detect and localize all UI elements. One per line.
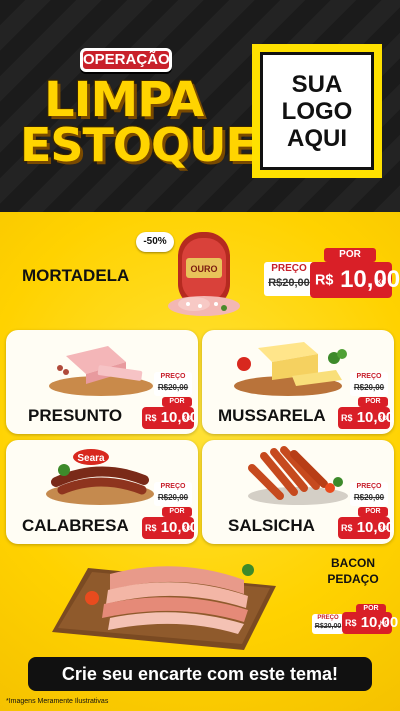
price-label: PREÇO	[356, 483, 382, 490]
seara-brand-label: Seara	[77, 453, 105, 464]
bacon-unit: KG	[380, 621, 389, 627]
currency: R$	[341, 523, 353, 534]
footnote: *Imagens Meramente Ilustrativas	[6, 698, 109, 705]
title-estoque: ESTOQUE	[20, 118, 257, 172]
bacon-product-name: BACON PEDAÇO	[318, 555, 388, 587]
old-price: R$20,00	[353, 383, 385, 392]
price-value: 10,00	[356, 519, 395, 536]
calabresa-image: Seara	[46, 449, 154, 505]
por-label: POR	[162, 507, 192, 517]
currency: R$	[145, 523, 157, 534]
featured-old-price-tag: PREÇO R$20,00	[264, 262, 314, 296]
product-card-calabresa[interactable]: Seara CALABRESA PREÇO R$20,00 POR R$ 10,…	[6, 440, 198, 544]
operacao-badge: OPERAÇÃO	[80, 48, 172, 72]
old-price-tag: PREÇO R$20,00	[350, 372, 388, 396]
mussarela-image	[234, 342, 347, 396]
bacon-name-line-2: PEDAÇO	[327, 572, 379, 586]
featured-unit: KG	[377, 280, 386, 286]
mortadela-brand-label: OURO	[191, 264, 218, 274]
product-name: CALABRESA	[22, 516, 129, 535]
old-price-tag: PREÇO R$20,00	[154, 372, 192, 396]
unit: KG	[182, 416, 191, 422]
product-card-salsicha[interactable]: SALSICHA PREÇO R$20,00 POR R$ 10,00 KG	[202, 440, 394, 544]
unit: KG	[182, 526, 191, 532]
logo-placeholder-inner: SUA LOGO AQUI	[260, 52, 374, 170]
product-name: MUSSARELA	[218, 406, 326, 425]
salsicha-image	[248, 446, 348, 505]
por-label: POR	[358, 397, 388, 407]
logo-line-1: SUA	[291, 70, 343, 98]
bacon-new-price: R$ 10,00 KG	[342, 612, 398, 634]
featured-price-label: PREÇO	[271, 263, 307, 274]
header-banner: OPERAÇÃO LIMPA ESTOQUE SUA LOGO AQUI	[0, 0, 400, 212]
cta-button[interactable]: Crie seu encarte com este tema!	[28, 657, 372, 691]
product-name: PRESUNTO	[28, 406, 123, 425]
mortadela-image: OURO	[168, 232, 240, 316]
featured-price-value: 10,00	[340, 266, 400, 293]
old-price-tag: PREÇO R$20,00	[154, 482, 192, 506]
bacon-old-price-tag: PREÇO R$20,00	[312, 614, 344, 634]
product-card-mussarela[interactable]: MUSSARELA PREÇO R$20,00 POR R$ 10,00 KG	[202, 330, 394, 434]
por-label: POR	[162, 397, 192, 407]
new-price: R$ 10,00 KG	[338, 517, 394, 539]
price-label: PREÇO	[160, 483, 186, 490]
bacon-image	[52, 564, 276, 650]
unit: KG	[378, 416, 387, 422]
logo-line-2: LOGO	[281, 97, 353, 125]
featured-old-price: R$20,00	[268, 277, 310, 289]
bacon-old-price: R$20,00	[314, 623, 342, 630]
logo-placeholder[interactable]: SUA LOGO AQUI	[252, 44, 382, 178]
currency: R$	[341, 413, 353, 424]
bacon-price-label: PREÇO	[317, 615, 339, 621]
price-value: 10,00	[160, 519, 199, 536]
featured-currency: R$	[315, 272, 334, 289]
featured-new-price: R$ 10,00 KG	[310, 262, 400, 298]
presunto-image	[49, 346, 153, 396]
old-price: R$20,00	[157, 383, 189, 392]
featured-por-label: POR	[324, 248, 376, 262]
price-value: 10,00	[160, 409, 199, 426]
old-price-tag: PREÇO R$20,00	[350, 482, 388, 506]
currency: R$	[145, 413, 157, 424]
new-price: R$ 10,00 KG	[338, 407, 394, 429]
new-price: R$ 10,00 KG	[142, 517, 198, 539]
bacon-name-line-1: BACON	[331, 556, 375, 570]
unit: KG	[378, 526, 387, 532]
product-card-presunto[interactable]: PRESUNTO PREÇO R$20,00 POR R$ 10,00 KG	[6, 330, 198, 434]
old-price: R$20,00	[353, 493, 385, 502]
featured-product-name: MORTADELA	[22, 266, 130, 285]
product-name: SALSICHA	[228, 516, 315, 535]
price-label: PREÇO	[356, 373, 382, 380]
por-label: POR	[358, 507, 388, 517]
old-price: R$20,00	[157, 493, 189, 502]
bacon-currency: R$	[345, 618, 357, 629]
discount-badge: -50%	[136, 232, 174, 252]
logo-line-3: AQUI	[287, 124, 347, 152]
price-value: 10,00	[356, 409, 395, 426]
price-label: PREÇO	[160, 373, 186, 380]
new-price: R$ 10,00 KG	[142, 407, 198, 429]
